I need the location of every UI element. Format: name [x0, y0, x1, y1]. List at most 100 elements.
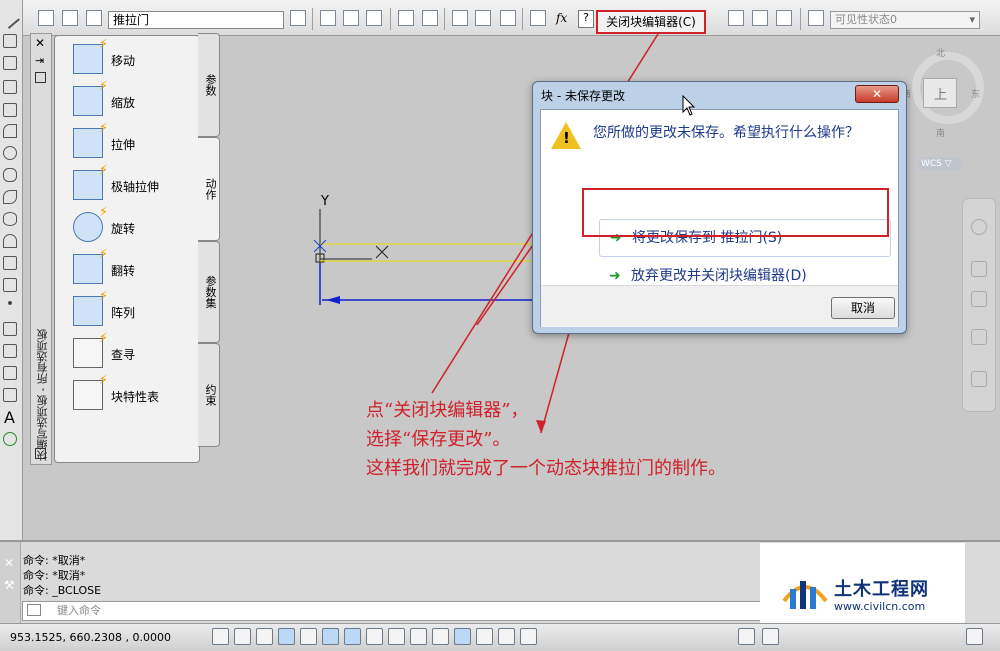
palette-item-label: 块特性表 [111, 390, 160, 404]
stretch-action-icon [73, 121, 108, 158]
grid-display-icon[interactable] [256, 628, 273, 645]
annotation-line: 选择“保存更改”。 [366, 429, 511, 450]
palette-item-array[interactable]: 阵列 [73, 289, 201, 330]
tab-parameters[interactable]: 参数 [198, 33, 220, 137]
command-window-handle[interactable]: ✕ ⚒ [0, 542, 21, 623]
watermark: 土木工程网 www.civilcn.com [760, 543, 965, 623]
palette-item-rotate[interactable]: 旋转 [73, 205, 201, 246]
zoom-extents-icon[interactable] [971, 291, 987, 307]
object-snap-tracking-icon[interactable] [366, 628, 383, 645]
palette-item-label: 查寻 [111, 348, 136, 362]
wrench-icon[interactable]: ⚒ [4, 578, 15, 592]
object-snap-icon[interactable] [322, 628, 339, 645]
compass-east[interactable]: 东 [971, 87, 980, 100]
palette-title-bar[interactable]: ✕ ⇥ 块编写选项板 - 所有选项板 [30, 33, 52, 465]
mouse-cursor-icon [682, 95, 696, 116]
flip-action-icon [73, 247, 108, 284]
auto-hide-icon[interactable]: ⇥ [35, 54, 44, 67]
tab-actions[interactable]: 动作 [198, 137, 220, 241]
command-history-line: 命令: _BCLOSE [23, 584, 102, 597]
watermark-url: www.civilcn.com [834, 600, 926, 613]
palette-item-label: 翻转 [111, 264, 136, 278]
array-action-icon [73, 289, 108, 326]
status-bar: 953.1525, 660.2308 , 0.0000 [0, 623, 1000, 651]
palette-item-label: 缩放 [111, 96, 136, 110]
save-option-highlight-box [582, 188, 889, 237]
dialog-close-button[interactable]: ✕ [855, 85, 899, 103]
snap-mode-icon[interactable] [234, 628, 251, 645]
palette-item-label: 旋转 [111, 222, 136, 236]
palette-item-label: 拉伸 [111, 138, 136, 152]
command-history-line: 命令: *取消* [23, 554, 86, 567]
rotate-action-icon [73, 205, 108, 242]
tab-label: 参数 [204, 74, 217, 96]
move-action-icon [73, 37, 108, 74]
quick-properties-icon[interactable] [476, 628, 493, 645]
annotation-line: 这样我们就完成了一个动态块推拉门的制作。 [366, 458, 726, 479]
palette-item-label: 极轴拉伸 [111, 180, 160, 194]
palette-menu-icon[interactable] [35, 448, 46, 459]
polar-stretch-action-icon [73, 163, 108, 200]
selection-cycling-icon[interactable] [498, 628, 515, 645]
command-placeholder: 键入命令 [57, 604, 101, 617]
scale-action-icon [73, 79, 108, 116]
tab-label: 参数集 [204, 275, 217, 309]
palette-panel: 移动 缩放 拉伸 极轴拉伸 旋转 翻转 阵列 查寻 [54, 35, 200, 463]
dialog-title: 块 - 未保存更改 [541, 89, 625, 103]
palette-item-lookup[interactable]: 查寻 [73, 331, 201, 372]
polar-tracking-icon[interactable] [300, 628, 317, 645]
steering-wheel-icon[interactable] [971, 219, 987, 235]
palette-item-scale[interactable]: 缩放 [73, 79, 201, 120]
tab-label: 约束 [204, 384, 217, 406]
tab-constraints[interactable]: 约束 [198, 343, 220, 447]
cancel-button[interactable]: 取消 [831, 297, 895, 319]
palette-title: 块编写选项板 - 所有选项板 [36, 329, 49, 461]
block-authoring-palette: ✕ ⇥ 块编写选项板 - 所有选项板 移动 缩放 拉伸 极轴拉伸 旋转 翻转 [30, 33, 225, 465]
tutorial-annotation: 点“关闭块编辑器”， 选择“保存更改”。 这样我们就完成了一个动态块推拉门的制作… [366, 396, 726, 483]
annotation-line: 点“关闭块编辑器”， [366, 400, 529, 421]
watermark-title: 土木工程网 [834, 579, 929, 600]
civilcn-logo-icon [782, 581, 828, 609]
viewcube-face-label: 上 [934, 88, 948, 103]
dynamic-input-icon[interactable] [410, 628, 427, 645]
tab-label: 动作 [204, 178, 217, 200]
close-icon[interactable]: ✕ [35, 36, 45, 50]
lineweight-icon[interactable] [432, 628, 449, 645]
showmotion-icon[interactable] [971, 371, 987, 387]
tab-parameter-sets[interactable]: 参数集 [198, 241, 220, 343]
3d-object-snap-icon[interactable] [344, 628, 361, 645]
command-prompt-icon[interactable] [27, 604, 41, 616]
orbit-icon[interactable] [971, 329, 987, 345]
palette-item-move[interactable]: 移动 [73, 37, 201, 78]
palette-item-polar-stretch[interactable]: 极轴拉伸 [73, 163, 201, 204]
warning-icon: ! [551, 122, 581, 149]
wcs-menu[interactable]: WCS ▽ [918, 157, 962, 171]
lookup-action-icon [73, 331, 108, 368]
transparency-icon[interactable] [454, 628, 471, 645]
palette-item-label: 阵列 [111, 306, 136, 320]
close-icon[interactable]: ✕ [4, 556, 14, 570]
annotation-monitor-icon[interactable] [520, 628, 537, 645]
command-input[interactable]: 键入命令 [22, 601, 762, 621]
infer-constraints-icon[interactable] [212, 628, 229, 645]
palette-item-flip[interactable]: 翻转 [73, 247, 201, 288]
block-table-icon [73, 373, 108, 410]
properties-icon[interactable] [35, 72, 46, 83]
workspace-switch-icon[interactable] [966, 628, 983, 645]
viewcube[interactable]: 上 [923, 78, 957, 108]
command-history-line: 命令: *取消* [23, 569, 86, 582]
dialog-message: 您所做的更改未保存。希望执行什么操作？ [593, 125, 859, 141]
coordinates-readout[interactable]: 953.1525, 660.2308 , 0.0000 [10, 631, 171, 644]
compass-north[interactable]: 北 [936, 46, 945, 59]
compass-south[interactable]: 南 [936, 126, 945, 139]
palette-item-block-table[interactable]: 块特性表 [73, 373, 201, 414]
discard-option-label: 放弃更改并关闭块编辑器(D) [631, 268, 807, 284]
pan-icon[interactable] [971, 261, 987, 277]
palette-item-label: 移动 [111, 54, 136, 68]
ortho-mode-icon[interactable] [278, 628, 295, 645]
model-space-icon[interactable] [738, 628, 755, 645]
palette-item-stretch[interactable]: 拉伸 [73, 121, 201, 162]
dynamic-ucs-icon[interactable] [388, 628, 405, 645]
navigation-bar [962, 198, 996, 412]
quick-view-layouts-icon[interactable] [762, 628, 779, 645]
